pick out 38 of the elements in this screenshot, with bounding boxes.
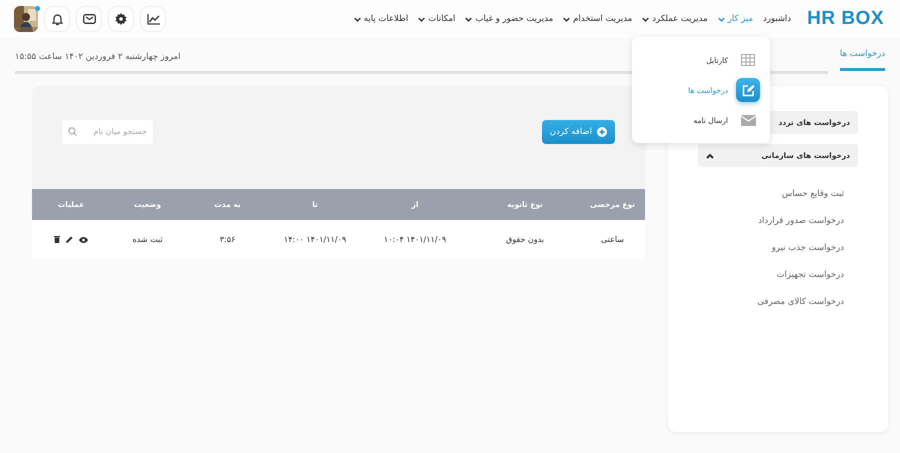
mail-button[interactable] bbox=[76, 6, 102, 32]
sidebar-item[interactable]: ثبت وقایع حساس bbox=[698, 189, 844, 199]
grid-icon bbox=[741, 54, 755, 66]
logo: HR BOX bbox=[807, 8, 884, 30]
settings-button[interactable] bbox=[108, 6, 134, 32]
table-cell: ۱۴۰۱/۱۱/۰۹ ۱۴:۰۰ bbox=[270, 220, 360, 259]
nav-item[interactable]: مدیریت استخدام bbox=[563, 14, 632, 24]
eye-icon[interactable] bbox=[79, 236, 88, 242]
trash-icon[interactable] bbox=[54, 236, 60, 243]
chart-button[interactable] bbox=[140, 6, 166, 32]
nav-item[interactable]: مدیریت عملکرد bbox=[642, 14, 708, 24]
search-field[interactable]: جستجو میان نام bbox=[62, 120, 153, 144]
chart-icon bbox=[146, 14, 160, 24]
table-cell: ۳:۵۶ bbox=[185, 220, 270, 259]
envelope-icon bbox=[82, 14, 96, 24]
caret-up-icon bbox=[706, 152, 714, 158]
search-icon bbox=[68, 127, 77, 136]
table-cell: ساعتی bbox=[580, 220, 645, 259]
nav-item[interactable]: مدیریت حضور و غیاب bbox=[465, 14, 554, 24]
sidebar-item[interactable]: درخواست تجهیزات bbox=[698, 270, 844, 280]
notification-dot bbox=[35, 6, 40, 11]
bell-icon bbox=[52, 12, 62, 26]
table-cell: بدون حقوق bbox=[470, 220, 580, 259]
sidebar-item[interactable]: درخواست صدور قرارداد bbox=[698, 216, 844, 226]
settings-icon bbox=[115, 13, 127, 25]
table-cell: ۱۴۰۱/۱۱/۰۹ ۱۰:۰۴ bbox=[360, 220, 470, 259]
nav-item[interactable]: امکانات bbox=[418, 14, 456, 24]
sidebar-item[interactable]: درخواست کالای مصرفی bbox=[698, 297, 844, 307]
envelope-icon bbox=[740, 114, 756, 126]
pencil-icon[interactable] bbox=[66, 236, 73, 243]
table-cell: ثبت شده bbox=[110, 220, 185, 259]
date-text: امروز چهارشنبه ۲ فروردین ۱۴۰۲ ساعت ۱۵:۵۵ bbox=[15, 52, 180, 62]
nav-item[interactable]: اطلاعات پایه bbox=[354, 14, 408, 24]
sidebar-item[interactable]: درخواست جذب نیرو bbox=[698, 243, 844, 253]
edit-icon bbox=[742, 84, 754, 96]
nav-item[interactable]: داشبورد bbox=[762, 14, 792, 24]
notifications-button[interactable] bbox=[44, 6, 70, 32]
plus-icon bbox=[597, 126, 607, 136]
